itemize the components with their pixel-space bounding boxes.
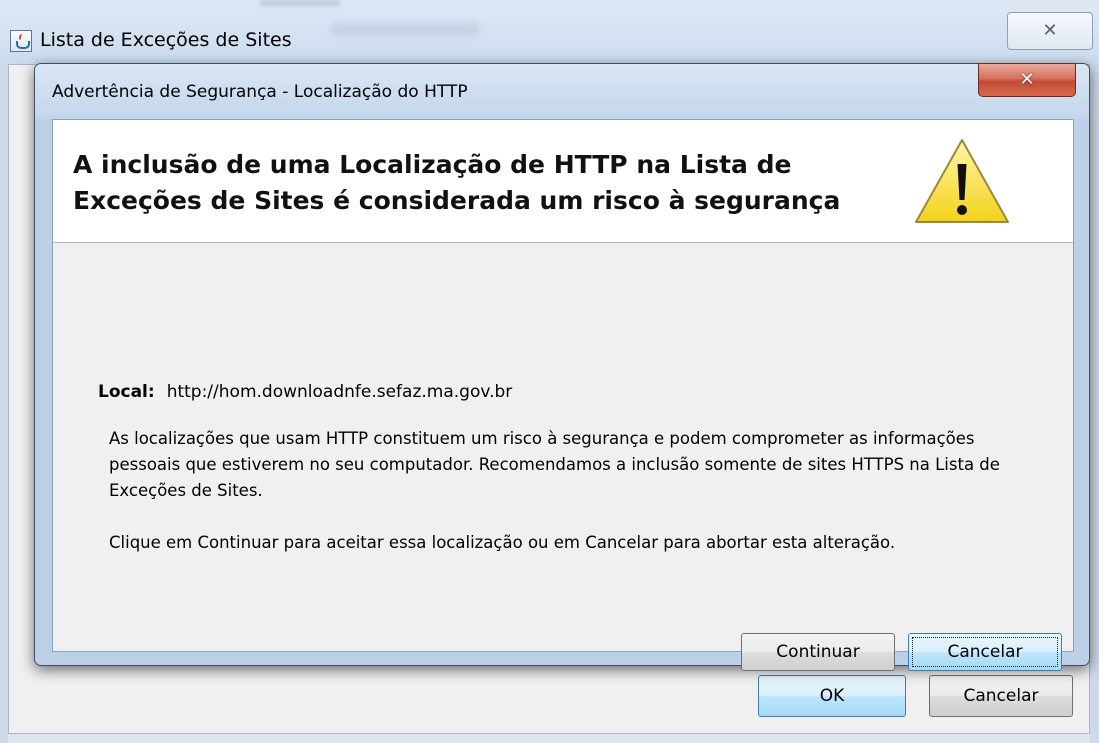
continue-button[interactable]: Continuar [741, 633, 895, 671]
titlebar-blur-artifact [330, 22, 480, 36]
titlebar-blur-artifact [260, 0, 340, 6]
dialog-title: Advertência de Segurança - Localização d… [52, 82, 468, 102]
cancel-button-label: Cancelar [947, 642, 1023, 662]
parent-ok-button[interactable]: OK [758, 675, 906, 717]
location-url: http://hom.downloadnfe.sefaz.ma.gov.br [166, 382, 513, 402]
parent-close-button[interactable]: ✕ [1007, 12, 1093, 50]
parent-cancel-button[interactable]: Cancelar [929, 675, 1073, 717]
risk-paragraph: As localizações que usam HTTP constituem… [109, 429, 1000, 500]
dialog-header: A inclusão de uma Localização de HTTP na… [53, 120, 1073, 243]
location-row: Local: http://hom.downloadnfe.sefaz.ma.go… [98, 382, 512, 402]
parent-frame-left [0, 64, 8, 743]
java-app-icon [10, 30, 32, 52]
instruction-paragraph: Clique em Continuar para aceitar essa lo… [109, 533, 896, 552]
warning-triangle-icon [915, 139, 1009, 223]
dialog-close-button[interactable]: ✕ [978, 63, 1076, 97]
security-warning-dialog: Advertência de Segurança - Localização d… [34, 63, 1090, 671]
location-label: Local: [98, 382, 155, 402]
dialog-message: As localizações que usam HTTP constituem… [109, 426, 1049, 556]
cancel-button[interactable]: Cancelar [908, 633, 1062, 671]
parent-frame-right [1090, 64, 1099, 743]
dialog-body: A inclusão de uma Localização de HTTP na… [52, 119, 1074, 671]
parent-window-title: Lista de Exceções de Sites [40, 29, 292, 51]
parent-titlebar[interactable]: Lista de Exceções de Sites ✕ [0, 0, 1099, 64]
dialog-titlebar[interactable]: Advertência de Segurança - Localização d… [35, 63, 1089, 119]
warning-headline: A inclusão de uma Localização de HTTP na… [73, 150, 841, 215]
